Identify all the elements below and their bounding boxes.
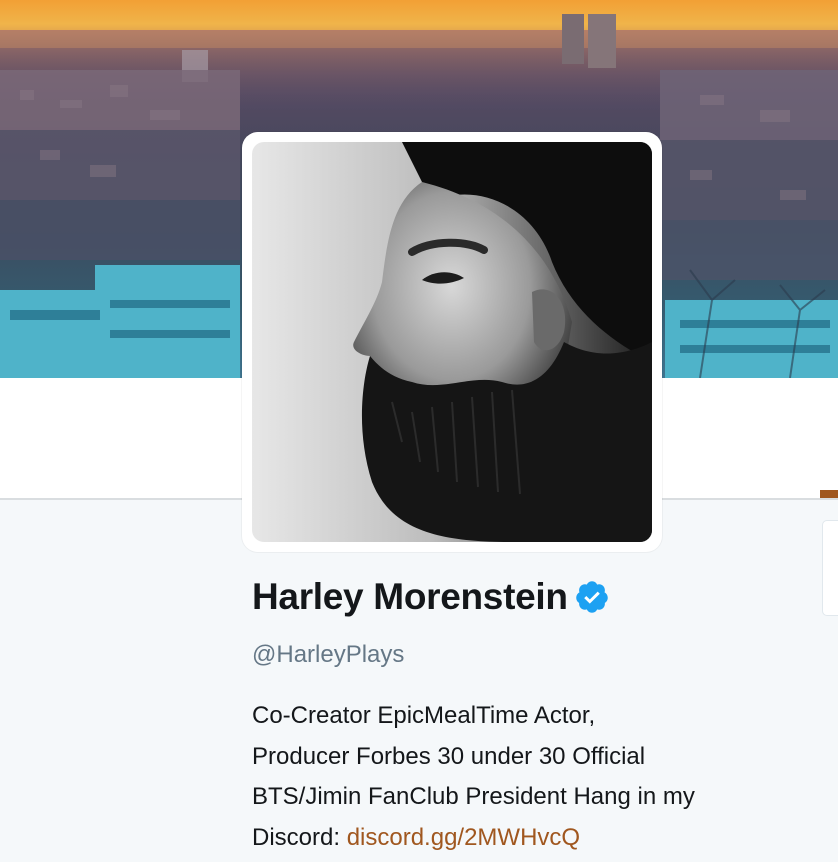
profile-avatar-frame	[242, 132, 662, 552]
bio-line-discord: Discord: discord.gg/2MWHvcQ	[252, 818, 812, 859]
nav-active-indicator	[820, 490, 838, 498]
bio-line: Producer Forbes 30 under 30 Official	[252, 742, 646, 770]
profile-name[interactable]: Harley Morenstein	[252, 576, 568, 618]
profile-bio: Co-Creator EpicMealTime Actor, Producer …	[252, 696, 812, 858]
profile-handle[interactable]: @HarleyPlays	[252, 641, 404, 669]
verified-badge-icon[interactable]	[574, 579, 610, 615]
bio-line: BTS/Jimin FanClub President Hang in my	[252, 783, 695, 810]
bio-line-prefix: Discord:	[252, 823, 347, 851]
profile-name-row: Harley Morenstein	[252, 576, 610, 618]
profile-avatar[interactable]	[252, 142, 652, 542]
bio-line: Co-Creator EpicMealTime Actor,	[252, 702, 596, 729]
discord-link[interactable]: discord.gg/2MWHvcQ	[347, 824, 580, 851]
side-card-edge	[822, 520, 838, 616]
